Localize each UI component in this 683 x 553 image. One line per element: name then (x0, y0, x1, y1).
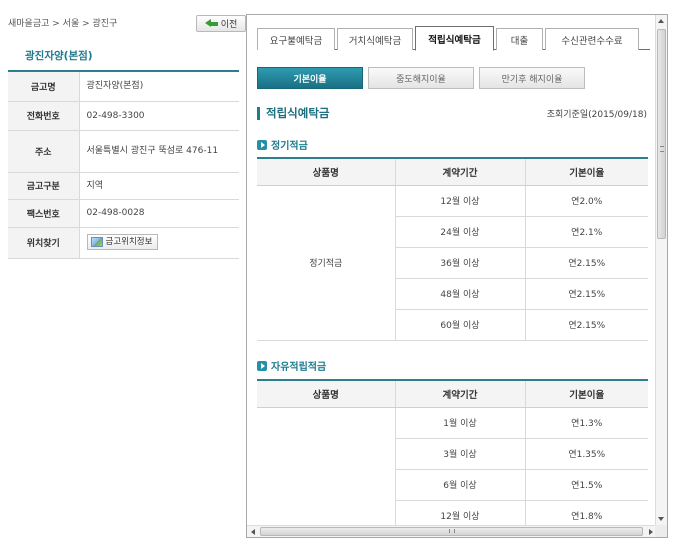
tab-installment-deposit[interactable]: 적립식예탁금 (415, 26, 494, 51)
rate-cell: 연2.0% (524, 185, 648, 217)
scroll-left-icon[interactable] (251, 529, 255, 535)
period-cell: 3월 이상 (394, 438, 525, 470)
branch-title: 광진자양(본점) (25, 50, 93, 62)
header-period: 계약기간 (394, 380, 525, 408)
location-map-label: 금고위치정보 (105, 236, 153, 247)
period-cell: 6월 이상 (394, 469, 525, 501)
arrow-right-icon (257, 360, 267, 371)
tab-fixed-deposit[interactable]: 거치식예탁금 (337, 28, 413, 50)
horizontal-scrollbar[interactable] (247, 525, 657, 537)
back-button[interactable]: 이전 (196, 15, 246, 32)
rate-cell: 연2.15% (524, 309, 648, 341)
product-name-cell (257, 407, 395, 525)
period-cell: 24월 이상 (394, 216, 525, 248)
subtab-base-rate[interactable]: 기본이율 (257, 67, 363, 89)
info-row-type: 금고구분 지역 (8, 172, 239, 200)
back-arrow-icon (204, 19, 218, 28)
info-value: 02-498-0028 (79, 199, 239, 228)
info-value: 광진자양(본점) (79, 71, 239, 102)
back-button-label: 이전 (220, 20, 238, 30)
rates-table-free-savings: 상품명 계약기간 기본이율 1월 이상 연1.3% 3월 이상 연1.35% 6… (257, 379, 648, 525)
info-value: 지역 (79, 172, 239, 200)
period-cell: 1월 이상 (394, 407, 525, 439)
scroll-down-icon[interactable] (658, 517, 664, 521)
location-map-button[interactable]: 금고위치정보 (86, 233, 159, 250)
scroll-right-icon[interactable] (649, 529, 653, 535)
period-cell: 36월 이상 (394, 247, 525, 279)
rate-cell: 연2.15% (524, 247, 648, 279)
product-title-text: 정기적금 (271, 141, 308, 152)
info-row-address: 주소 서울특별시 광진구 뚝섬로 476-11 (8, 130, 239, 173)
info-row-name: 금고명 광진자양(본점) (8, 71, 239, 102)
period-cell: 12월 이상 (394, 185, 525, 217)
map-icon (90, 236, 103, 247)
info-label: 금고구분 (8, 172, 80, 200)
rate-cell: 연1.3% (524, 407, 648, 439)
info-label: 위치찾기 (8, 227, 80, 259)
rates-table-regular: 상품명 계약기간 기본이율 정기적금 12월 이상 연2.0% 24월 이상 연… (257, 157, 648, 341)
info-row-location: 위치찾기 금고위치정보 (8, 227, 239, 259)
rate-cell: 연1.35% (524, 438, 648, 470)
info-value: 서울특별시 광진구 뚝섬로 476-11 (79, 130, 239, 173)
period-cell: 60월 이상 (394, 309, 525, 341)
rate-cell: 연2.15% (524, 278, 648, 310)
product-title-text: 자유적립적금 (271, 362, 327, 373)
product-tabs: 요구불예탁금 거치식예탁금 적립식예탁금 대출 수신관련수수료 (257, 26, 650, 51)
subtab-post-maturity-rate[interactable]: 만기후 해지이율 (479, 67, 585, 89)
branch-info-table: 금고명 광진자양(본점) 전화번호 02-498-3300 주소 서울특별시 광… (8, 70, 239, 259)
section-title-text: 적립식예탁금 (266, 106, 330, 120)
info-label: 금고명 (8, 71, 80, 102)
table-row: 정기적금 12월 이상 연2.0% (257, 185, 648, 341)
scroll-up-icon[interactable] (658, 19, 664, 23)
header-product: 상품명 (257, 158, 395, 186)
product-name-cell: 정기적금 (257, 185, 395, 341)
tab-demand-deposit[interactable]: 요구불예탁금 (257, 28, 335, 50)
scrollbar-corner (655, 525, 667, 537)
header-rate: 기본이율 (524, 380, 648, 408)
header-rate: 기본이율 (524, 158, 648, 186)
rate-cell: 연1.8% (524, 500, 648, 525)
period-cell: 48월 이상 (394, 278, 525, 310)
tab-fees[interactable]: 수신관련수수료 (545, 28, 639, 50)
info-label: 전화번호 (8, 101, 80, 131)
breadcrumb: 새마을금고 > 서울 > 광진구 (8, 19, 118, 29)
rate-cell: 연2.1% (524, 216, 648, 248)
rates-panel: 요구불예탁금 거치식예탁금 적립식예탁금 대출 수신관련수수료 기본이율 중도해… (246, 14, 668, 538)
info-row-fax: 팩스번호 02-498-0028 (8, 199, 239, 228)
header-period: 계약기간 (394, 158, 525, 186)
arrow-right-icon (257, 139, 267, 150)
grip-icon (660, 146, 664, 152)
info-label: 팩스번호 (8, 199, 80, 228)
product-title-regular: 정기적금 (257, 137, 308, 152)
vertical-scroll-thumb[interactable] (657, 29, 666, 239)
reference-date: 조회기준일(2015/09/18) (546, 110, 647, 120)
product-title-free-savings: 자유적립적금 (257, 358, 326, 373)
vertical-scrollbar[interactable] (655, 15, 667, 525)
header-product: 상품명 (257, 380, 395, 408)
horizontal-scroll-thumb[interactable] (260, 527, 643, 536)
info-label: 주소 (8, 130, 80, 173)
table-row: 1월 이상 연1.3% (257, 407, 648, 525)
rate-cell: 연1.5% (524, 469, 648, 501)
tab-loan[interactable]: 대출 (496, 28, 543, 50)
section-bar-icon (257, 106, 260, 120)
table-header-row: 상품명 계약기간 기본이율 (257, 380, 648, 408)
table-header-row: 상품명 계약기간 기본이율 (257, 158, 648, 186)
section-title: 적립식예탁금 (257, 105, 329, 121)
rates-content: 요구불예탁금 거치식예탁금 적립식예탁금 대출 수신관련수수료 기본이율 중도해… (247, 15, 657, 525)
subtab-early-termination-rate[interactable]: 중도해지이율 (368, 67, 474, 89)
grip-icon (449, 529, 455, 533)
info-row-phone: 전화번호 02-498-3300 (8, 101, 239, 131)
info-value: 02-498-3300 (79, 101, 239, 131)
period-cell: 12월 이상 (394, 500, 525, 525)
